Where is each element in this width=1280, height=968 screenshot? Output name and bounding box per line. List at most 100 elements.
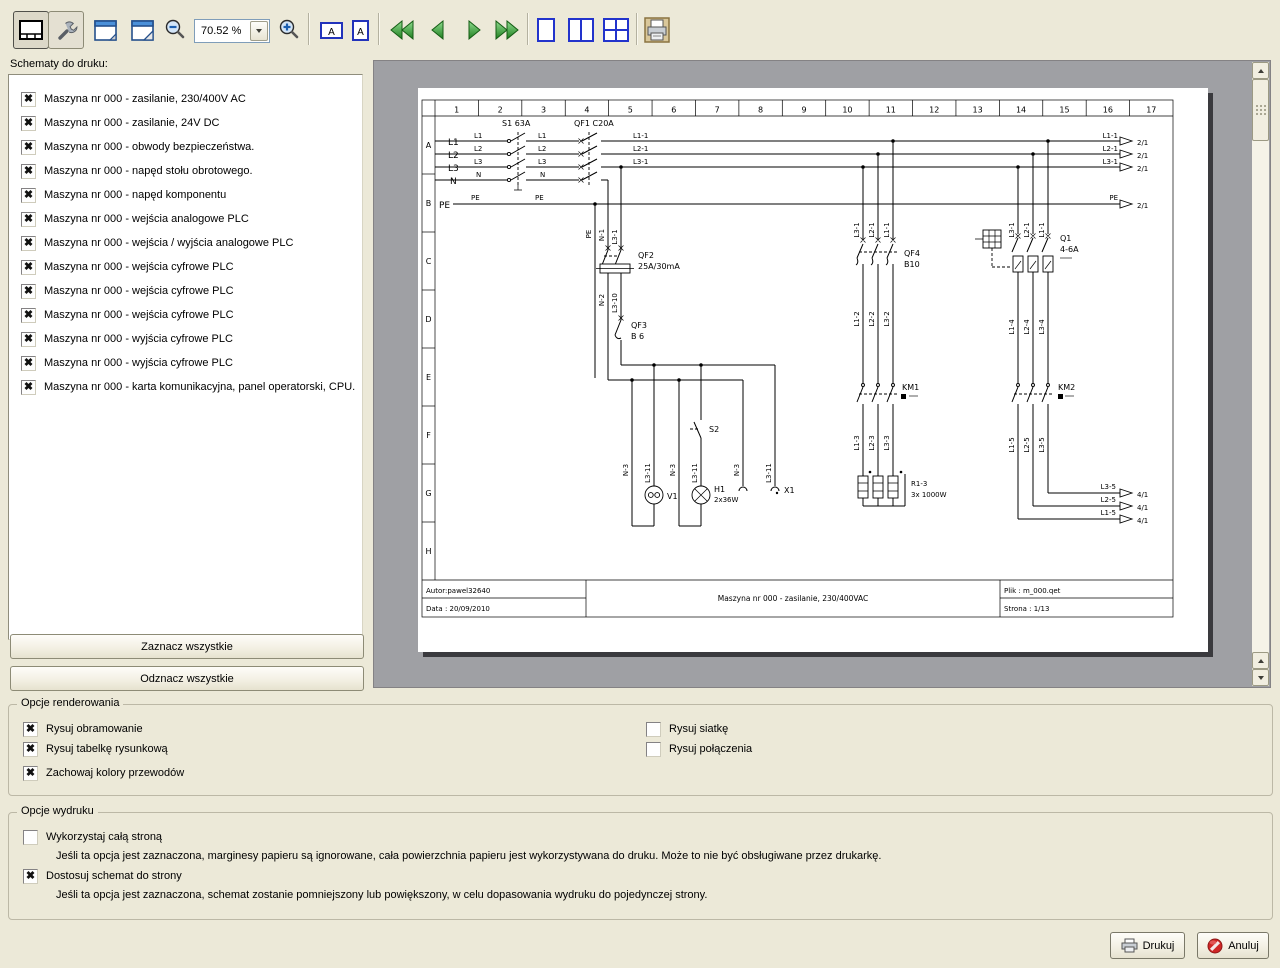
list-item[interactable]: ✖Maszyna nr 000 - obwody bezpieczeństwa. [9,135,362,159]
deselect-all-button[interactable]: Odznacz wszystkie [10,666,364,691]
four-page-view-button[interactable] [598,11,634,49]
checkbox[interactable]: ✖ [21,164,36,179]
list-item[interactable]: ✖Maszyna nr 000 - zasilanie, 24V DC [9,111,362,135]
wire-label: L3-1 [1008,222,1016,237]
list-item-label: Maszyna nr 000 - wejścia / wyjścia analo… [44,237,293,249]
wire-label: L1-1 [883,222,891,237]
wire-label: L3 [474,158,482,166]
titleblock-toggle-button[interactable] [13,11,49,49]
scrollbar-down-button[interactable] [1252,669,1269,686]
checkbox[interactable]: ✖ [23,742,38,757]
four-page-view-icon [602,17,630,43]
list-item[interactable]: ✖Maszyna nr 000 - wejścia cyfrowe PLC [9,255,362,279]
zoom-in-button[interactable] [272,11,306,49]
schematic-list[interactable]: ✖Maszyna nr 000 - zasilanie, 230/400V AC… [8,74,363,640]
checkbox[interactable] [646,722,661,737]
checkbox[interactable]: ✖ [21,92,36,107]
titleblock-file: Plik : m_000.qet [1004,587,1061,595]
wire-label: N-3 [669,464,677,476]
list-item[interactable]: ✖ Maszyna nr 000 - wejścia / wyjścia anal… [9,231,362,255]
folio-reference-arrow [1120,163,1132,171]
next-page-button[interactable] [457,11,491,49]
row-header: D [425,315,431,324]
previous-page-button[interactable] [421,11,455,49]
zoom-out-button[interactable] [158,11,192,49]
one-page-view-button[interactable] [530,11,562,49]
first-page-button[interactable] [385,11,419,49]
list-item[interactable]: ✖Maszyna nr 000 - wejścia cyfrowe PLC [9,303,362,327]
checkbox[interactable] [646,742,661,757]
select-all-button[interactable]: Zaznacz wszystkie [10,634,364,659]
option-row[interactable]: Wykorzystaj całą stroną [23,827,1258,847]
list-item[interactable]: ✖ Maszyna nr 000 - wyjścia cyfrowe PLC [9,351,362,375]
svg-text:A: A [328,27,335,38]
list-item[interactable]: ✖Maszyna nr 000 - wejścia cyfrowe PLC [9,279,362,303]
checkbox[interactable]: ✖ [21,356,36,371]
last-page-icon [493,18,521,42]
wire-label: L2-3 [868,435,876,450]
option-row[interactable]: ✖Dostosuj schemat do strony [23,866,1258,886]
two-page-view-button[interactable] [563,11,599,49]
print-options-groupbox: Opcje wydruku Wykorzystaj całą stronąJeś… [8,812,1273,920]
checkbox[interactable]: ✖ [21,236,36,251]
list-item[interactable]: ✖Maszyna nr 000 - zasilanie, 230/400V AC [9,87,362,111]
wire-label: 2/1 [1137,165,1148,173]
option-row[interactable]: ✖Rysuj obramowanie [23,719,184,739]
column-header: 12 [929,106,939,115]
checkbox[interactable]: ✖ [23,766,38,781]
column-header: 9 [801,106,806,115]
option-label: Rysuj siatkę [669,723,728,735]
orientation-landscape-button[interactable]: A [315,11,347,49]
list-item[interactable]: ✖Maszyna nr 000 - wyjścia cyfrowe PLC [9,327,362,351]
page-fold-button[interactable] [125,11,159,49]
option-row[interactable]: ✖Rysuj tabelkę rysunkową [23,739,184,759]
orientation-portrait-button[interactable]: A [346,11,374,49]
wire-label: X1 [784,486,795,495]
checkbox[interactable]: ✖ [21,116,36,131]
checkbox[interactable]: ✖ [23,869,38,884]
list-item[interactable]: ✖ Maszyna nr 000 - karta komunikacyjna, p… [9,375,362,399]
option-row[interactable]: Rysuj połączenia [646,739,752,759]
print-preview-area[interactable]: 1234567891011121314151617ABCDEFGH [373,60,1271,688]
wire-label: S2 [709,425,719,434]
list-item[interactable]: ✖Maszyna nr 000 - napęd stołu obrotowego… [9,159,362,183]
checkbox[interactable]: ✖ [21,140,36,155]
row-header: B [426,199,432,208]
render-options-left-column: ✖Rysuj obramowanie✖Rysuj tabelkę rysunko… [23,719,184,783]
wire-label: B10 [904,260,920,269]
checkbox[interactable]: ✖ [21,284,36,299]
checkbox[interactable]: ✖ [21,212,36,227]
preview-vertical-scrollbar[interactable] [1252,62,1269,686]
scrollbar-up-button[interactable] [1252,62,1269,79]
column-header: 13 [973,106,983,115]
wire-label: 2/1 [1137,202,1148,210]
list-item[interactable]: ✖Maszyna nr 000 - wejścia analogowe PLC [9,207,362,231]
list-item-label: Maszyna nr 000 - karta komunikacyjna, pa… [44,381,355,393]
zoom-level-dropdown-button[interactable] [250,21,268,41]
cancel-button[interactable]: Anuluj [1197,932,1269,959]
scrollbar-thumb[interactable] [1252,79,1269,141]
print-button[interactable]: Drukuj [1110,932,1185,959]
wire-label: L3 [448,164,459,174]
wire-label: L2-2 [868,311,876,326]
list-item-label: Maszyna nr 000 - wyjścia cyfrowe PLC [44,357,233,369]
checkbox[interactable]: ✖ [21,308,36,323]
scrollbar-up-button-2[interactable] [1252,652,1269,669]
checkbox[interactable] [23,830,38,845]
checkbox[interactable]: ✖ [21,332,36,347]
checkbox[interactable]: ✖ [23,722,38,737]
folio-reference-arrow [1120,137,1132,145]
wire-label: 25A/30mA [638,262,680,271]
option-row[interactable]: Rysuj siatkę [646,719,752,739]
checkbox[interactable]: ✖ [21,380,36,395]
list-item[interactable]: ✖Maszyna nr 000 - napęd komponentu [9,183,362,207]
zoom-level-combobox[interactable]: 70.52 % [194,19,270,43]
checkbox[interactable]: ✖ [21,188,36,203]
next-page-icon [462,18,486,42]
last-page-button[interactable] [490,11,524,49]
page-button[interactable] [88,11,122,49]
print-setup-button[interactable] [48,11,84,49]
print-button-toolbar[interactable] [640,11,674,49]
checkbox[interactable]: ✖ [21,260,36,275]
option-row[interactable]: ✖Zachowaj kolory przewodów [23,763,184,783]
